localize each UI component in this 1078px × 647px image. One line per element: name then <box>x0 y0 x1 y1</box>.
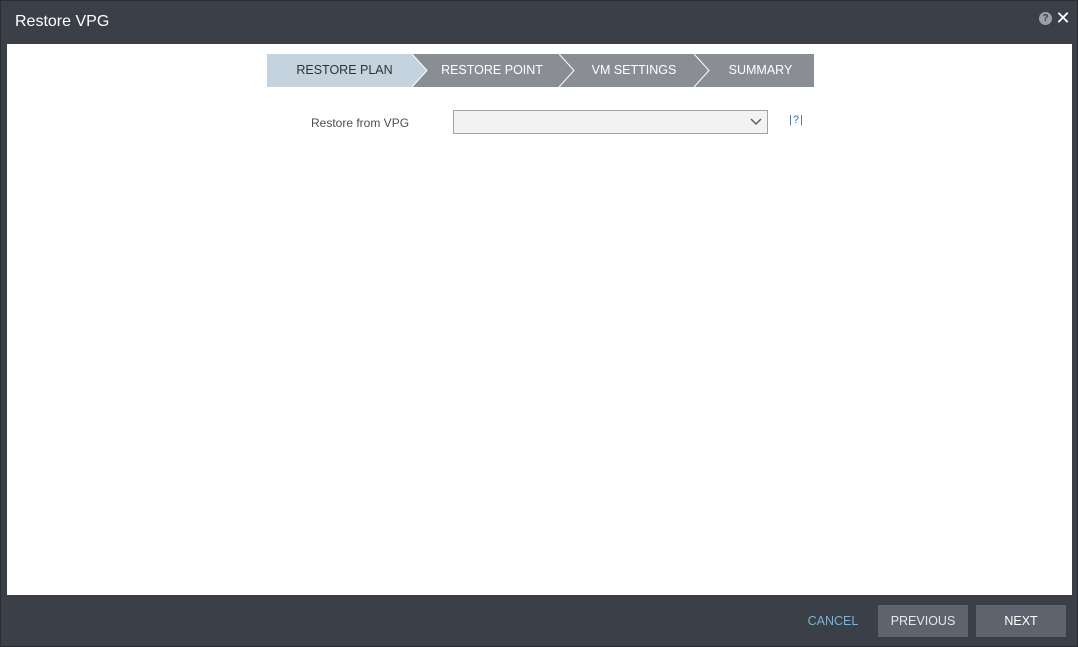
chevron-down-icon <box>750 118 762 126</box>
step-restore-plan[interactable]: RESTORE PLAN <box>267 54 422 87</box>
dialog-title: Restore VPG <box>15 13 110 30</box>
cancel-button[interactable]: CANCEL <box>797 605 869 637</box>
restore-from-vpg-select[interactable] <box>453 110 768 134</box>
dialog-footer: CANCEL PREVIOUS NEXT <box>1 595 1077 646</box>
help-icon[interactable]: ? <box>1039 12 1052 25</box>
next-button[interactable]: NEXT <box>976 605 1066 637</box>
restore-from-vpg-help-link[interactable]: |?| <box>789 114 804 126</box>
title-bar: Restore VPG ? ✕ <box>1 1 1077 44</box>
wizard-content: RESTORE PLAN RESTORE POINT VM SETTINGS S… <box>7 44 1072 595</box>
restore-from-vpg-label: Restore from VPG <box>311 116 410 130</box>
restore-vpg-dialog: Restore VPG ? ✕ RESTORE PLAN RESTORE POI… <box>0 0 1078 647</box>
step-restore-point[interactable]: RESTORE POINT <box>422 54 562 87</box>
wizard-steps: RESTORE PLAN RESTORE POINT VM SETTINGS S… <box>267 54 814 87</box>
previous-button[interactable]: PREVIOUS <box>878 605 968 637</box>
close-icon[interactable]: ✕ <box>1055 8 1071 28</box>
step-vm-settings[interactable]: VM SETTINGS <box>569 54 699 87</box>
step-summary[interactable]: SUMMARY <box>707 54 814 87</box>
